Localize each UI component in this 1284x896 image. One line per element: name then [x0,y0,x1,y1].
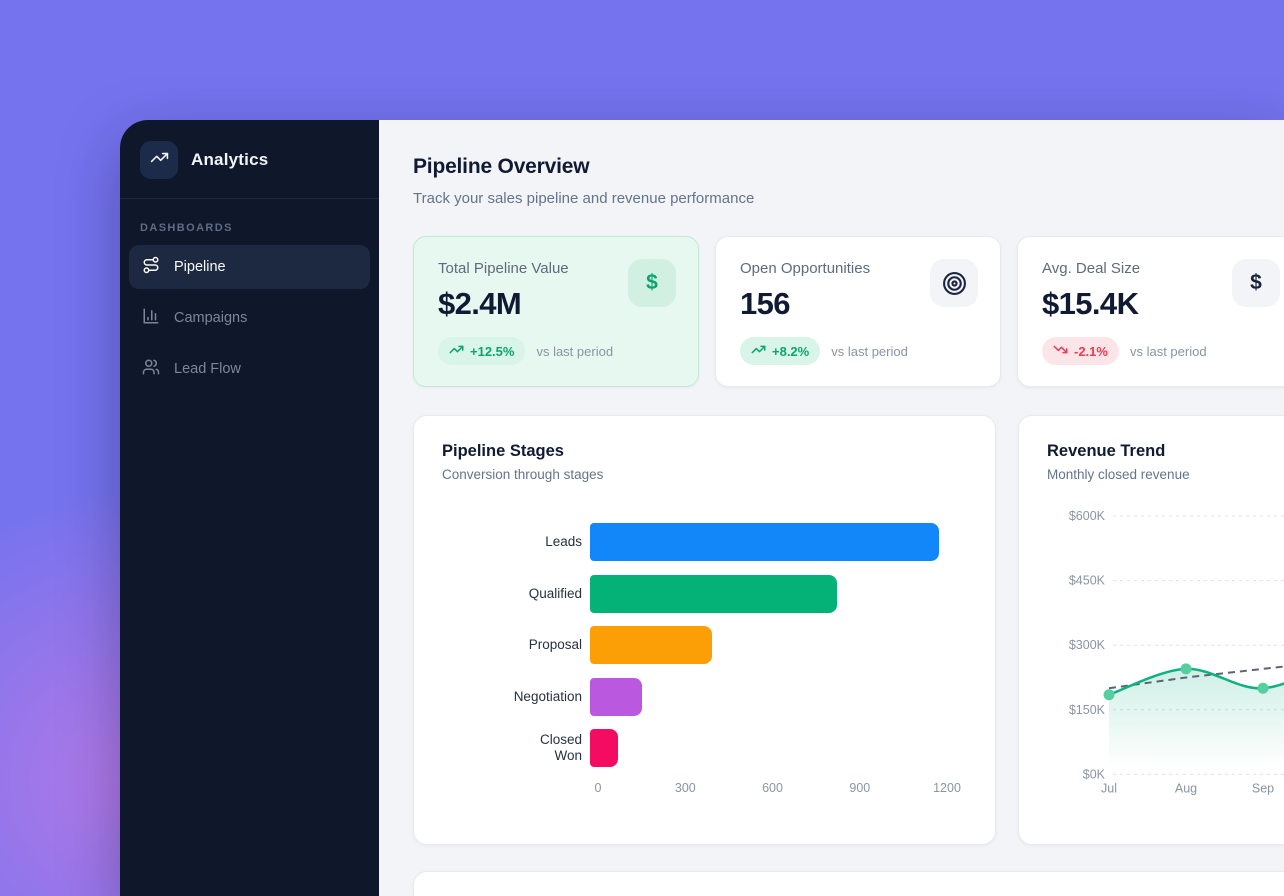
main-content: Pipeline Overview Track your sales pipel… [379,120,1284,896]
compare-label: vs last period [1130,344,1207,359]
x-tick-label: 300 [675,781,696,795]
bar-negotiation[interactable] [590,678,642,716]
desktop-background: { "sidebar": { "title": "Analytics", "se… [0,0,1284,896]
y-tick-label: $150K [1069,703,1106,717]
x-tick-label: 1200 [933,781,961,795]
x-tick-label: Aug [1175,781,1197,795]
bottom-card-partial [413,871,1284,896]
bar-leads[interactable] [590,523,939,561]
chart-title: Pipeline Stages [442,442,967,461]
bar-row: Closed Won [442,729,967,767]
revenue-trend-line-chart: $600K $450K $300K $150K $0KJul Aug Sep [1047,494,1284,806]
trending-up-icon [751,342,766,360]
sidebar: Analytics DASHBOARDS Pipeline Campaigns [120,120,379,896]
bar-proposal[interactable] [590,626,712,664]
data-point-aug[interactable] [1181,663,1192,674]
bar-row: Leads [442,523,967,561]
y-tick-label: $0K [1083,767,1106,781]
compare-label: vs last period [831,344,908,359]
target-icon [930,259,978,307]
dollar-icon: $ [628,259,676,307]
change-badge: -2.1% [1042,337,1119,365]
x-tick-label: Jul [1101,781,1117,795]
analytics-app-window: Analytics DASHBOARDS Pipeline Campaigns [120,120,1284,896]
sidebar-item-campaigns[interactable]: Campaigns [129,296,370,340]
trending-up-icon [150,148,169,172]
app-title: Analytics [191,150,268,170]
x-tick-label: Sep [1252,781,1274,795]
bar-category-label: Leads [442,534,590,550]
bar-row: Qualified [442,575,967,613]
bar-closed-won[interactable] [590,729,618,767]
y-tick-label: $600K [1069,509,1106,523]
sidebar-item-pipeline[interactable]: Pipeline [129,245,370,289]
sidebar-nav: Pipeline Campaigns Lead Flow [120,245,379,398]
sidebar-item-lead-flow[interactable]: Lead Flow [129,347,370,391]
dollar-icon: $ [1232,259,1280,307]
bar-chart-icon [142,307,160,329]
bar-category-label: Proposal [442,637,590,653]
stat-card-total-pipeline-value: Total Pipeline Value $2.4M $ +12.5% vs l… [413,236,699,387]
revenue-trend-card: Revenue Trend Monthly closed revenue $60… [1018,415,1284,845]
app-logo[interactable] [140,141,178,179]
x-tick-label: 0 [595,781,602,795]
sidebar-section-label: DASHBOARDS [140,222,359,234]
compare-label: vs last period [536,344,613,359]
chart-title: Revenue Trend [1047,442,1284,461]
change-badge: +8.2% [740,337,820,365]
trending-down-icon [1053,342,1068,360]
sidebar-item-label: Lead Flow [174,361,241,377]
pipeline-stages-bar-chart: Leads Qualified Proposal Negotiation Closed … [442,523,967,799]
page-title: Pipeline Overview [413,155,1284,179]
change-badge: +12.5% [438,337,525,365]
sidebar-item-label: Pipeline [174,259,226,275]
line-chart-svg: $600K $450K $300K $150K $0KJul Aug Sep [1047,494,1284,806]
data-point-jul[interactable] [1104,689,1115,700]
page-subtitle: Track your sales pipeline and revenue pe… [413,190,1284,207]
bar-row: Negotiation [442,678,967,716]
bar-category-label: Negotiation [442,689,590,705]
bar-x-axis: 03006009001200 [598,781,947,799]
bar-qualified[interactable] [590,575,837,613]
route-icon [142,256,160,278]
bar-row: Proposal [442,626,967,664]
stat-card-avg-deal-size: Avg. Deal Size $15.4K $ -2.1% vs last pe… [1017,236,1284,387]
stat-card-open-opportunities: Open Opportunities 156 +8.2% [715,236,1001,387]
sidebar-header: Analytics [120,120,379,199]
users-icon [142,358,160,380]
bar-category-label: Closed Won [442,732,590,763]
pipeline-stages-card: Pipeline Stages Conversion through stage… [413,415,996,845]
y-tick-label: $450K [1069,574,1106,588]
stats-row: Total Pipeline Value $2.4M $ +12.5% vs l… [413,236,1284,387]
x-tick-label: 900 [849,781,870,795]
y-tick-label: $300K [1069,638,1106,652]
sidebar-item-label: Campaigns [174,310,247,326]
charts-row: Pipeline Stages Conversion through stage… [413,415,1284,845]
bar-category-label: Qualified [442,586,590,602]
chart-subtitle: Conversion through stages [442,467,967,482]
chart-subtitle: Monthly closed revenue [1047,467,1284,482]
x-tick-label: 600 [762,781,783,795]
trending-up-icon [449,342,464,360]
data-point-sep[interactable] [1258,683,1269,694]
